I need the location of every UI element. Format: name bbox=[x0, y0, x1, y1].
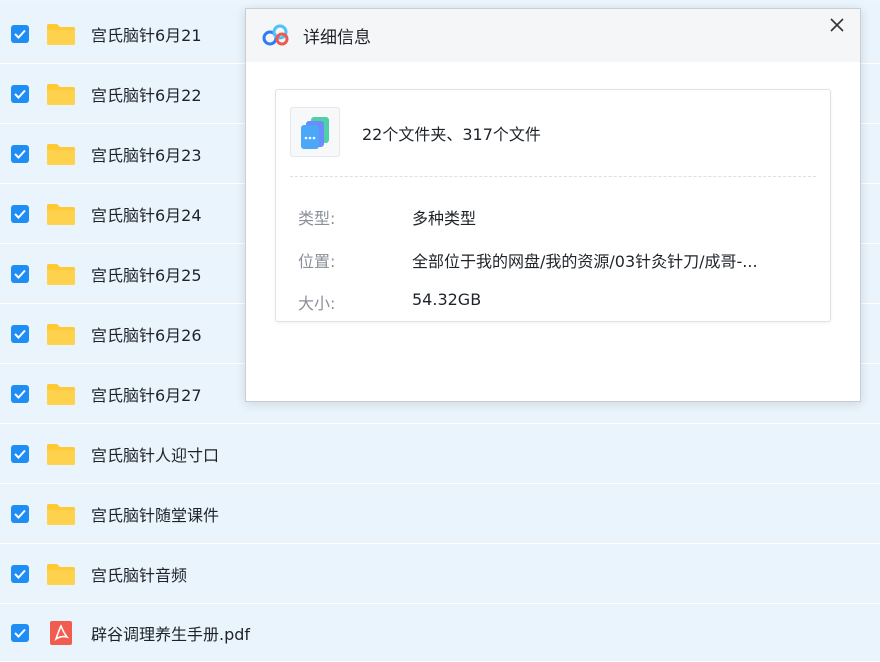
folder-icon bbox=[46, 502, 76, 526]
type-value: 多种类型 bbox=[412, 209, 477, 228]
divider bbox=[290, 176, 816, 177]
folder-icon bbox=[46, 382, 76, 406]
file-row[interactable]: 辟谷调理养生手册.pdf bbox=[0, 605, 880, 662]
file-name[interactable]: 宫氏脑针6月21 bbox=[91, 22, 202, 46]
folder-icon bbox=[46, 142, 76, 166]
folder-icon bbox=[46, 202, 76, 226]
pdf-icon bbox=[48, 620, 74, 646]
folder-icon bbox=[46, 82, 76, 106]
file-row[interactable]: 宫氏脑针音频 bbox=[0, 545, 880, 604]
folder-icon bbox=[46, 322, 76, 346]
folder-icon bbox=[46, 262, 76, 286]
dialog-title: 详细信息 bbox=[303, 28, 371, 48]
checkbox-checked-icon[interactable] bbox=[11, 25, 29, 43]
details-dialog: 详细信息 22个文件夹、317个文件 类型: 多种类型 位置: 全部位于我的网盘… bbox=[245, 8, 861, 402]
file-name[interactable]: 宫氏脑针6月25 bbox=[91, 262, 202, 286]
multiple-files-icon bbox=[290, 107, 340, 157]
file-name[interactable]: 宫氏脑针随堂课件 bbox=[91, 502, 219, 526]
location-label: 位置: bbox=[298, 252, 336, 271]
details-card: 22个文件夹、317个文件 类型: 多种类型 位置: 全部位于我的网盘/我的资源… bbox=[275, 89, 831, 322]
type-label: 类型: bbox=[298, 209, 336, 228]
checkbox-checked-icon[interactable] bbox=[11, 445, 29, 463]
checkbox-checked-icon[interactable] bbox=[11, 325, 29, 343]
checkbox-checked-icon[interactable] bbox=[11, 505, 29, 523]
checkbox-checked-icon[interactable] bbox=[11, 85, 29, 103]
file-name[interactable]: 宫氏脑针6月22 bbox=[91, 82, 202, 106]
file-name[interactable]: 宫氏脑针6月23 bbox=[91, 142, 202, 166]
location-value[interactable]: 全部位于我的网盘/我的资源/03针灸针刀/成哥-... bbox=[412, 248, 758, 272]
folder-icon bbox=[46, 562, 76, 586]
file-row[interactable]: 宫氏脑针随堂课件 bbox=[0, 485, 880, 544]
checkbox-checked-icon[interactable] bbox=[11, 205, 29, 223]
file-name[interactable]: 宫氏脑针6月27 bbox=[91, 382, 202, 406]
folder-icon bbox=[46, 22, 76, 46]
file-name[interactable]: 辟谷调理养生手册.pdf bbox=[91, 621, 250, 645]
size-value: 54.32GB bbox=[412, 290, 482, 309]
checkbox-checked-icon[interactable] bbox=[11, 145, 29, 163]
file-name[interactable]: 宫氏脑针6月26 bbox=[91, 322, 202, 346]
close-icon[interactable] bbox=[824, 12, 850, 38]
size-label: 大小: bbox=[298, 294, 336, 313]
checkbox-checked-icon[interactable] bbox=[11, 265, 29, 283]
file-row[interactable]: 宫氏脑针人迎寸口 bbox=[0, 425, 880, 484]
folder-icon bbox=[46, 442, 76, 466]
baidu-netdisk-logo-icon bbox=[262, 24, 290, 46]
file-name[interactable]: 宫氏脑针音频 bbox=[91, 562, 187, 586]
file-name[interactable]: 宫氏脑针6月24 bbox=[91, 202, 202, 226]
checkbox-checked-icon[interactable] bbox=[11, 385, 29, 403]
file-name[interactable]: 宫氏脑针人迎寸口 bbox=[91, 442, 219, 466]
checkbox-checked-icon[interactable] bbox=[11, 565, 29, 583]
selection-summary: 22个文件夹、317个文件 bbox=[362, 125, 541, 144]
checkbox-checked-icon[interactable] bbox=[11, 624, 29, 642]
dialog-header: 详细信息 bbox=[246, 9, 860, 62]
